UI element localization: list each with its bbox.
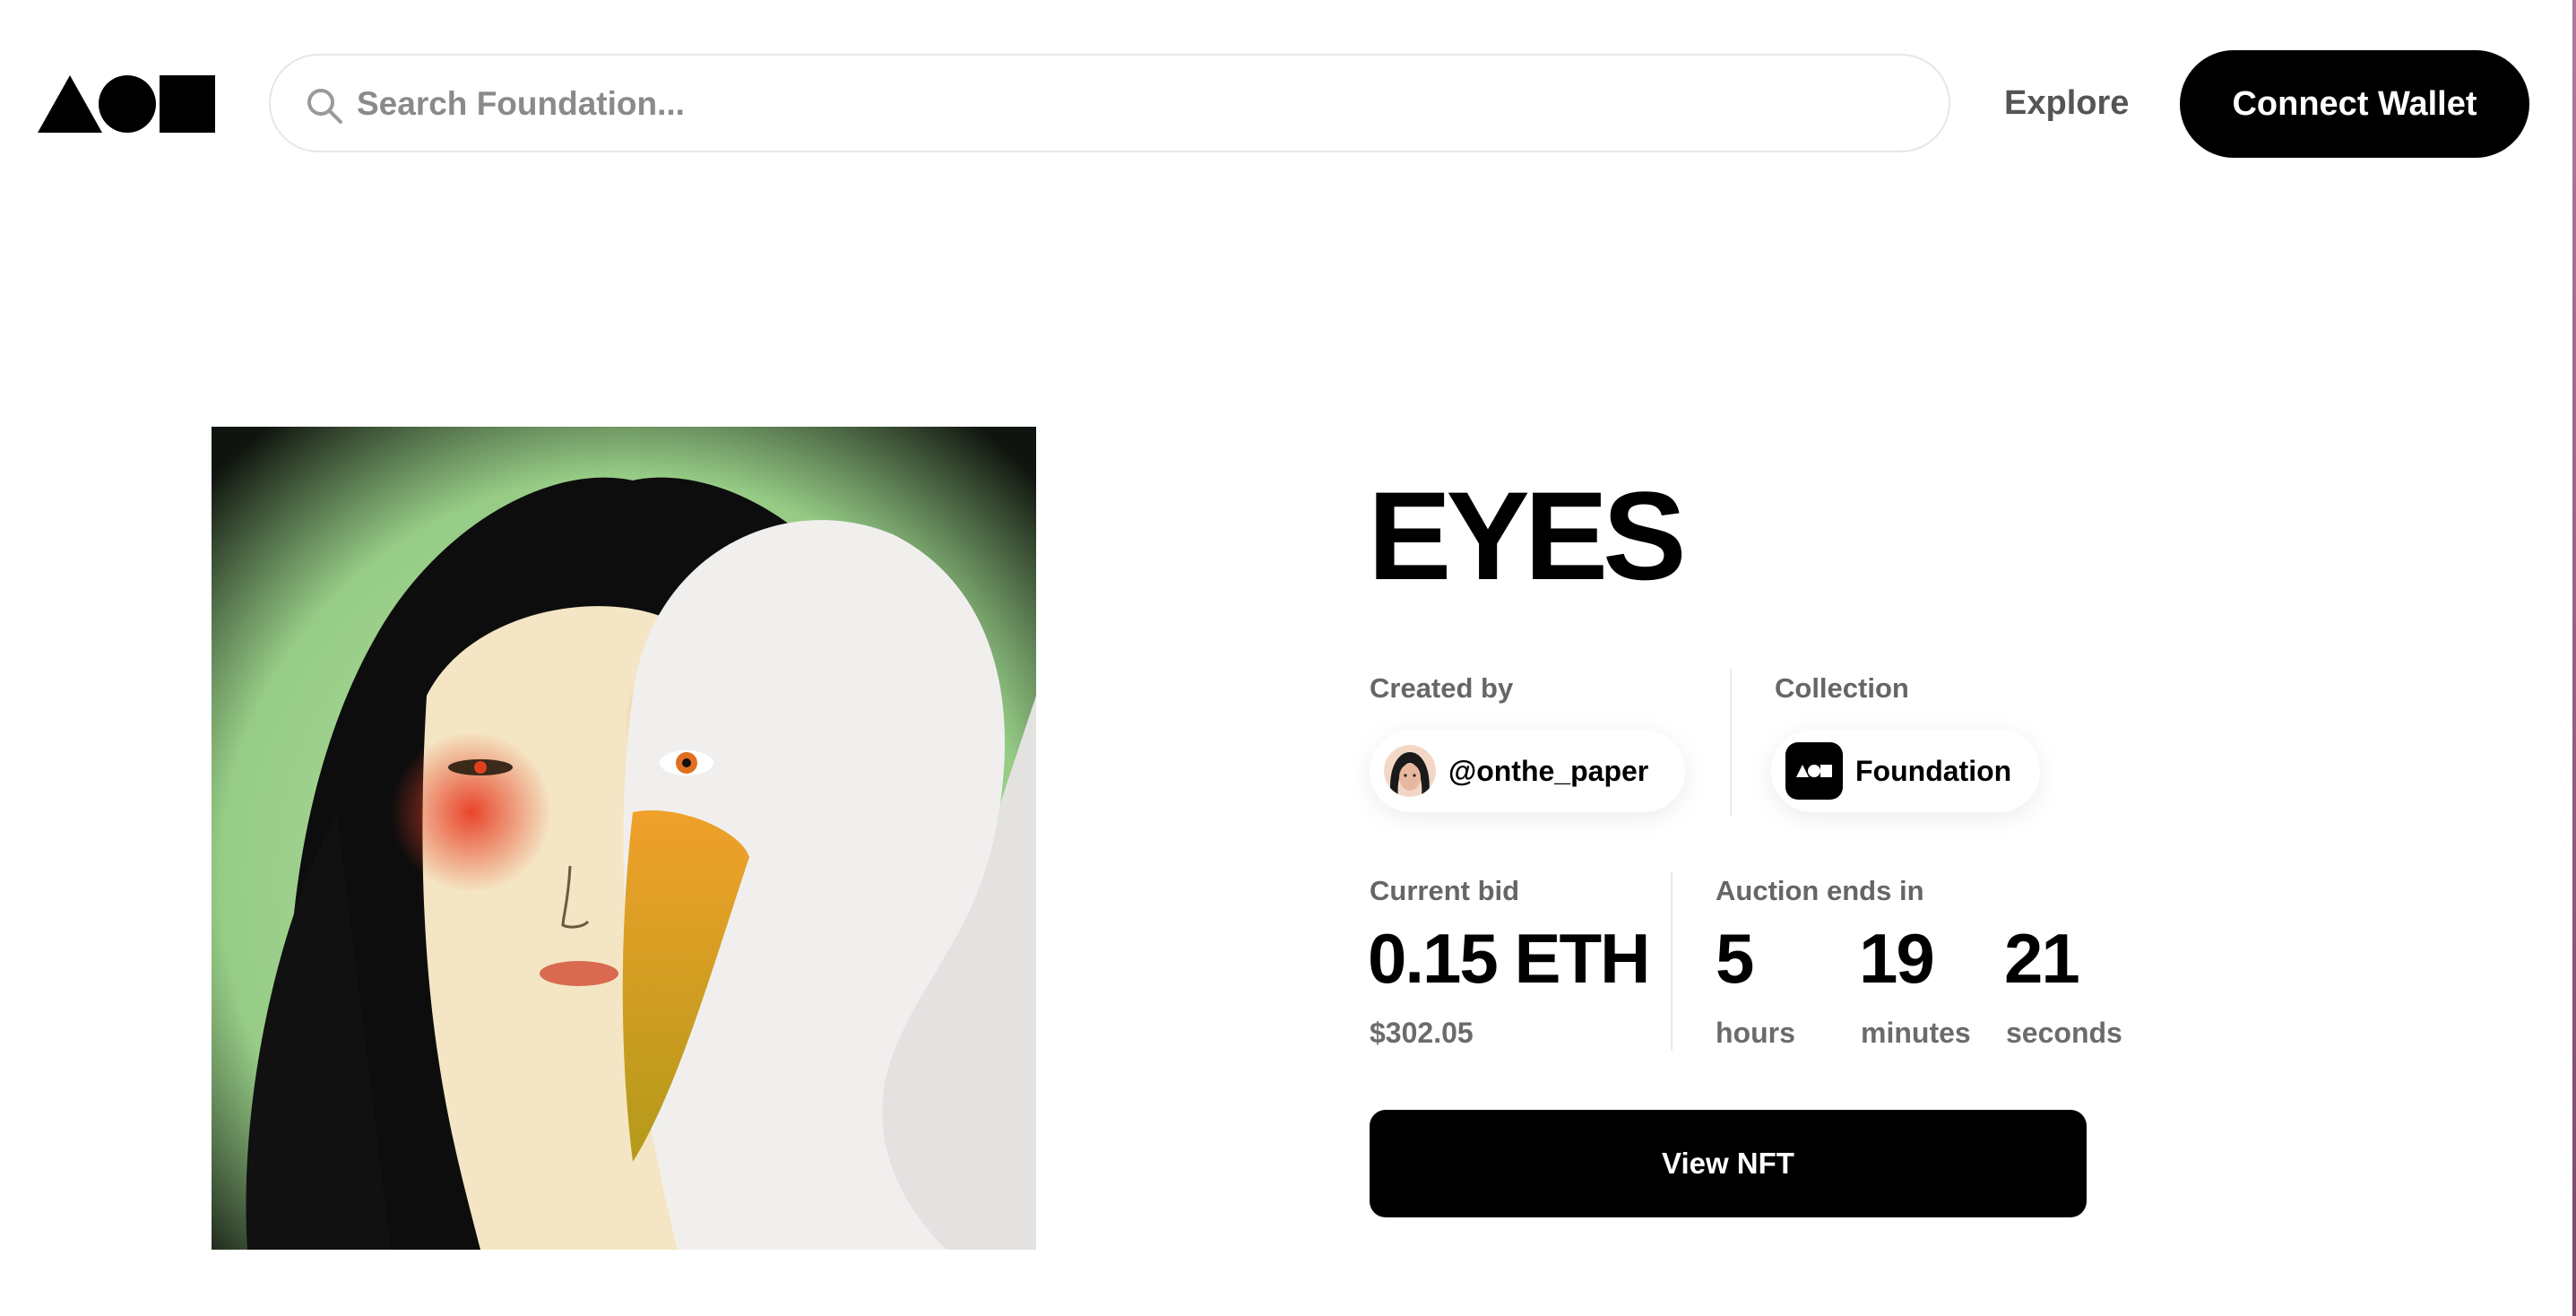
search-icon (307, 89, 342, 124)
countdown-hours-value: 5 (1716, 919, 1754, 998)
countdown-minutes-label: minutes (1861, 1017, 1971, 1049)
page: Explore Connect Wallet (0, 0, 2576, 1316)
divider (1671, 871, 1673, 1051)
collection-logo-icon (1785, 742, 1843, 800)
foundation-logo-icon[interactable] (38, 75, 215, 133)
search-input[interactable] (355, 72, 1900, 136)
collection-chip[interactable]: Foundation (1771, 730, 2040, 812)
countdown-seconds-value: 21 (2004, 919, 2080, 998)
nft-title: EYES (1368, 465, 1687, 606)
nft-artwork-image[interactable] (212, 427, 1036, 1250)
created-by-label: Created by (1370, 672, 1514, 704)
current-bid-value: 0.15 ETH (1368, 919, 1650, 998)
search-bar[interactable] (269, 54, 1950, 152)
nav-explore-link[interactable]: Explore (2004, 79, 2129, 127)
countdown-hours-label: hours (1716, 1017, 1795, 1049)
window-edge (2572, 0, 2576, 1316)
auction-ends-label: Auction ends in (1716, 875, 1924, 906)
countdown-minutes-value: 19 (1859, 919, 1935, 998)
creator-name: @onthe_paper (1448, 754, 1649, 787)
creator-avatar (1384, 745, 1436, 797)
connect-wallet-button[interactable]: Connect Wallet (2180, 50, 2529, 158)
view-nft-button[interactable]: View NFT (1370, 1110, 2087, 1217)
creator-chip[interactable]: @onthe_paper (1370, 730, 1685, 812)
collection-name: Foundation (1855, 754, 2012, 787)
divider (1730, 669, 1732, 816)
countdown-seconds-label: seconds (2006, 1017, 2122, 1049)
current-bid-label: Current bid (1370, 875, 1520, 906)
current-bid-usd: $302.05 (1370, 1017, 1474, 1049)
collection-label: Collection (1775, 672, 1909, 704)
